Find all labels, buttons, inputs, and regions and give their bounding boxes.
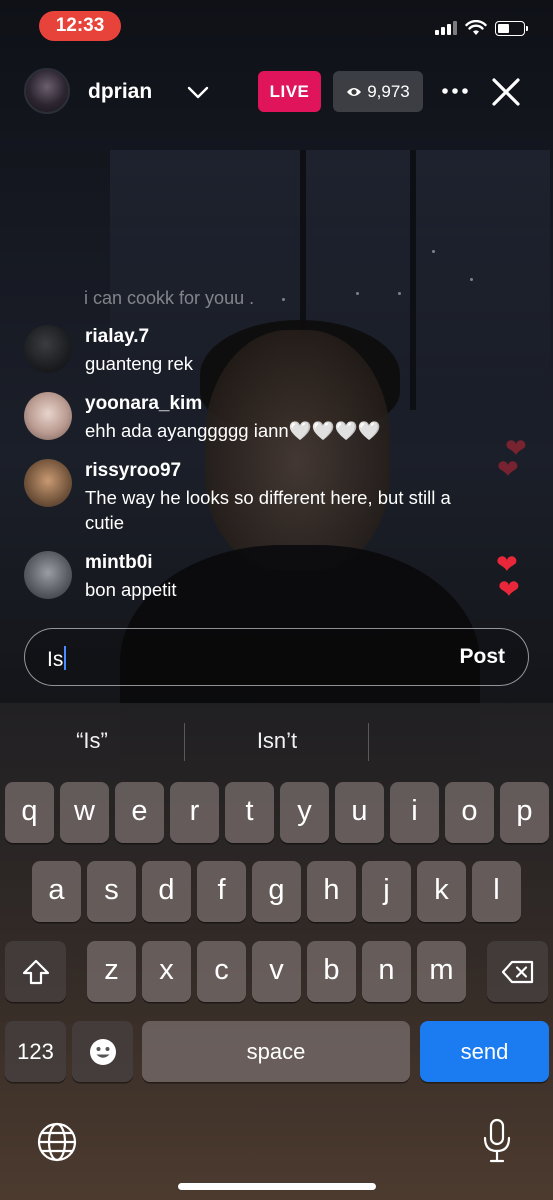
battery-icon xyxy=(495,20,528,36)
host-avatar[interactable] xyxy=(24,68,70,114)
globe-icon[interactable] xyxy=(36,1121,78,1163)
key-h[interactable]: h xyxy=(307,861,356,922)
key-a[interactable]: a xyxy=(32,861,81,922)
chevron-down-icon[interactable] xyxy=(186,82,210,102)
send-key[interactable]: send xyxy=(420,1021,549,1082)
key-m[interactable]: m xyxy=(417,941,466,1002)
emoji-icon xyxy=(89,1038,116,1065)
key-q[interactable]: q xyxy=(5,782,54,843)
comment-item[interactable]: rissyroo97 The way he looks so different… xyxy=(24,459,484,537)
key-x[interactable]: x xyxy=(142,941,191,1002)
key-y[interactable]: y xyxy=(280,782,329,843)
emoji-key[interactable] xyxy=(72,1021,133,1082)
comment-item[interactable]: yoonara_kim ehh ada ayanggggg iann🤍🤍🤍🤍 xyxy=(24,392,484,444)
backspace-icon xyxy=(501,960,533,983)
comment-username[interactable]: rialay.7 xyxy=(85,326,149,348)
heart-icon: ❤ xyxy=(497,454,519,484)
comment-username[interactable]: yoonara_kim xyxy=(85,393,202,415)
key-s[interactable]: s xyxy=(87,861,136,922)
more-icon[interactable] xyxy=(437,76,473,106)
commenter-avatar[interactable] xyxy=(24,392,72,440)
key-l[interactable]: l xyxy=(472,861,521,922)
keyboard: “Is” Isn’t q w e r t y u i o p a s d f g… xyxy=(0,703,553,1200)
key-i[interactable]: i xyxy=(390,782,439,843)
commenter-avatar[interactable] xyxy=(24,325,72,373)
key-b[interactable]: b xyxy=(307,941,356,1002)
key-u[interactable]: u xyxy=(335,782,384,843)
heart-icon: ❤ xyxy=(498,574,520,604)
shift-icon xyxy=(22,959,49,984)
comment-text: The way he looks so different here, but … xyxy=(85,487,451,533)
faded-comment: i can cookk for youu . xyxy=(84,288,255,308)
text-caret xyxy=(64,646,67,670)
space-key[interactable]: space xyxy=(142,1021,410,1082)
key-z[interactable]: z xyxy=(87,941,136,1002)
wifi-icon xyxy=(465,20,487,35)
backspace-key[interactable] xyxy=(487,941,548,1002)
status-bar: 12:33 xyxy=(0,0,553,52)
key-o[interactable]: o xyxy=(445,782,494,843)
key-g[interactable]: g xyxy=(252,861,301,922)
key-e[interactable]: e xyxy=(115,782,164,843)
signal-icon xyxy=(435,21,457,35)
comment-text: guanteng rek xyxy=(85,353,194,374)
comment-text: ehh ada ayanggggg iann🤍🤍🤍🤍 xyxy=(85,420,381,441)
key-v[interactable]: v xyxy=(252,941,301,1002)
numbers-key[interactable]: 123 xyxy=(5,1021,66,1082)
key-j[interactable]: j xyxy=(362,861,411,922)
home-indicator[interactable] xyxy=(178,1183,376,1190)
microphone-icon[interactable] xyxy=(481,1118,513,1164)
live-badge: LIVE xyxy=(258,71,321,112)
viewer-count: 9,973 xyxy=(367,81,410,101)
status-time: 12:33 xyxy=(39,11,121,41)
close-icon[interactable] xyxy=(487,73,525,111)
post-button[interactable]: Post xyxy=(459,645,505,669)
eye-icon xyxy=(347,87,362,96)
comment-username[interactable]: mintb0i xyxy=(85,552,153,574)
suggestion-1[interactable]: “Is” xyxy=(0,728,184,754)
comment-username[interactable]: rissyroo97 xyxy=(85,460,181,482)
host-username[interactable]: dprian xyxy=(88,80,152,104)
commenter-avatar[interactable] xyxy=(24,551,72,599)
key-t[interactable]: t xyxy=(225,782,274,843)
comment-item[interactable]: rialay.7 guanteng rek xyxy=(24,325,484,377)
key-p[interactable]: p xyxy=(500,782,549,843)
shift-key[interactable] xyxy=(5,941,66,1002)
live-header: dprian LIVE 9,973 xyxy=(24,68,529,116)
suggestion-2[interactable]: Isn’t xyxy=(185,728,369,754)
comment-text: bon appetit xyxy=(85,579,177,600)
comment-input[interactable]: Is Post xyxy=(24,628,529,686)
key-f[interactable]: f xyxy=(197,861,246,922)
commenter-avatar[interactable] xyxy=(24,459,72,507)
suggestion-bar: “Is” Isn’t xyxy=(0,703,553,779)
key-k[interactable]: k xyxy=(417,861,466,922)
key-c[interactable]: c xyxy=(197,941,246,1002)
key-n[interactable]: n xyxy=(362,941,411,1002)
key-r[interactable]: r xyxy=(170,782,219,843)
comment-input-value: Is xyxy=(47,648,64,671)
key-w[interactable]: w xyxy=(60,782,109,843)
viewer-count-badge[interactable]: 9,973 xyxy=(333,71,423,112)
comment-item[interactable]: mintb0i bon appetit xyxy=(24,551,484,603)
key-d[interactable]: d xyxy=(142,861,191,922)
